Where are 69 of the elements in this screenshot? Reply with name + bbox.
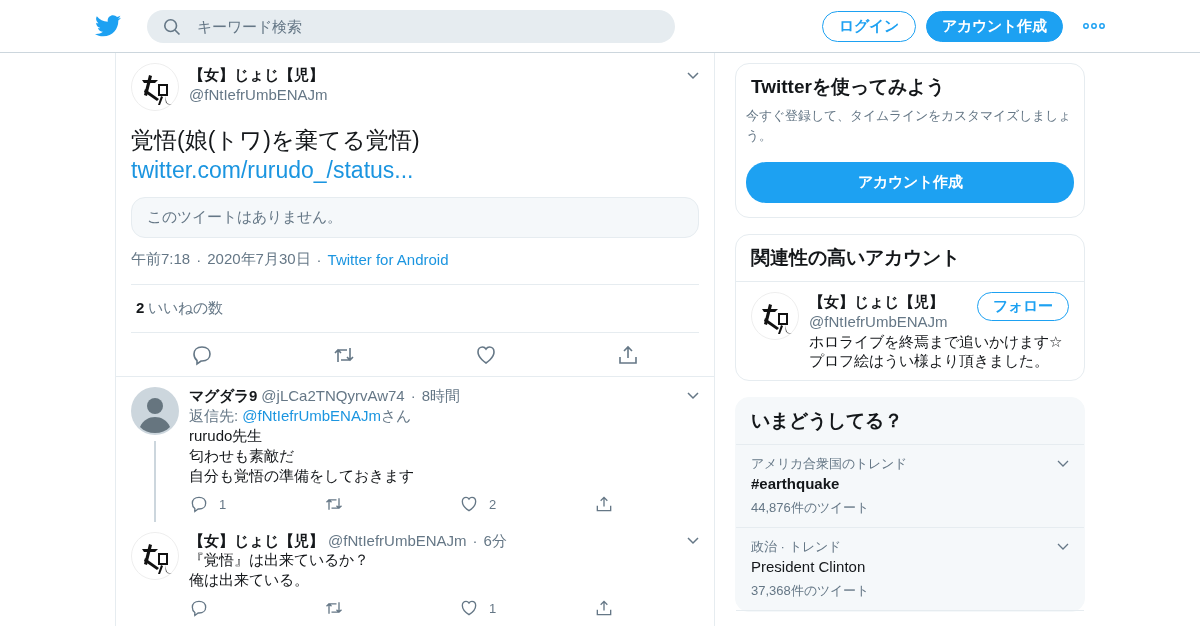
follow-button[interactable]: フォロー bbox=[977, 292, 1069, 321]
reply-to-text: 返信先: @fNtIefrUmbENAJmさん bbox=[189, 406, 412, 426]
search-icon bbox=[163, 17, 181, 36]
account-name[interactable]: 【女】じょじ【児】 bbox=[809, 292, 948, 312]
likes-label[interactable]: いいねの数 bbox=[148, 299, 224, 318]
like-count: 2 bbox=[489, 496, 497, 512]
mention-link[interactable]: @fNtIefrUmbENAJm bbox=[242, 407, 381, 424]
separator-dot: · bbox=[472, 532, 478, 550]
trend-item[interactable]: 政治 · トレンド President Clinton 37,368件のツイート bbox=[736, 528, 1084, 611]
tweet-text: 『覚悟』は出来ているか？ bbox=[189, 550, 370, 570]
share-icon[interactable] bbox=[616, 343, 640, 367]
like-count: 1 bbox=[489, 600, 497, 616]
tweet-time[interactable]: 午前7:18 bbox=[131, 250, 191, 269]
tweet-text: 覚悟(娘(トワ)を棄てる覚悟) bbox=[131, 126, 421, 155]
tweet-text: 匂わせも素敵だ bbox=[189, 446, 295, 466]
signup-button[interactable]: アカウント作成 bbox=[746, 162, 1074, 203]
account-bio: プロフ絵はうい様より頂きました。 bbox=[809, 351, 1050, 370]
card-title: 関連性の高いアカウント bbox=[736, 235, 1084, 282]
account-handle[interactable]: @fNtIefrUmbENAJm bbox=[809, 312, 948, 332]
chevron-icon[interactable] bbox=[1057, 460, 1069, 468]
share-icon[interactable] bbox=[594, 494, 614, 514]
more-icon[interactable] bbox=[1083, 23, 1105, 29]
chevron-icon[interactable] bbox=[687, 537, 699, 545]
trend-item[interactable]: アメリカ合衆国のトレンド #earthquake 44,876件のツイート bbox=[736, 445, 1084, 528]
chevron-icon[interactable] bbox=[687, 72, 699, 80]
author-name[interactable]: マグダラ9 bbox=[189, 387, 258, 405]
card-title: いまどうしてる？ bbox=[736, 398, 1084, 445]
unavailable-tweet-notice: このツイートはありません。 bbox=[131, 197, 699, 238]
author-handle[interactable]: @jLCa2TNQyrvAw74 bbox=[261, 387, 405, 405]
search-field[interactable]: キーワード検索 bbox=[147, 9, 675, 43]
tweet-count: 37,368件のツイート bbox=[751, 582, 870, 600]
chevron-icon[interactable] bbox=[687, 392, 699, 400]
tweet-count: 44,876件のツイート bbox=[751, 499, 870, 517]
tweet-date[interactable]: 2020年7月30日 bbox=[207, 250, 311, 269]
login-button[interactable]: ログイン bbox=[822, 10, 916, 42]
reply-count: 1 bbox=[219, 496, 227, 512]
tweet-time[interactable]: 6分 bbox=[483, 532, 507, 550]
share-icon[interactable] bbox=[594, 598, 614, 618]
tweet-text: 俺は出来ている。 bbox=[189, 570, 310, 590]
card-title: Twitterを使ってみよう bbox=[750, 75, 946, 99]
reply-icon[interactable] bbox=[190, 343, 214, 367]
tweet-link[interactable]: twitter.com/rurudo_/status... bbox=[131, 155, 699, 185]
separator-dot: · bbox=[196, 251, 202, 268]
card-description: 今すぐ登録して、タイムラインをカスタマイズしましょう。 bbox=[746, 107, 1072, 145]
author-name[interactable]: 【女】じょじ【児】 bbox=[189, 532, 324, 550]
author-handle[interactable]: @fNtIefrUmbENAJm bbox=[328, 532, 467, 550]
tweet-source[interactable]: Twitter for Android bbox=[327, 251, 449, 268]
trend-context: 政治 · トレンド bbox=[751, 538, 841, 556]
separator-dot: · bbox=[316, 251, 322, 268]
author-handle[interactable]: @fNtIefrUmbENAJm bbox=[189, 85, 328, 105]
reply-icon[interactable] bbox=[189, 598, 209, 618]
heart-icon[interactable] bbox=[459, 598, 479, 618]
trend-name: President Clinton bbox=[751, 557, 867, 577]
chevron-icon[interactable] bbox=[1057, 543, 1069, 551]
trend-context: アメリカ合衆国のトレンド bbox=[751, 455, 907, 473]
heart-icon[interactable] bbox=[459, 494, 479, 514]
heart-icon[interactable] bbox=[474, 343, 498, 367]
tweet-time[interactable]: 8時間 bbox=[421, 387, 460, 405]
default-avatar-icon[interactable] bbox=[131, 387, 179, 435]
separator-dot: · bbox=[410, 387, 416, 405]
signup-button[interactable]: アカウント作成 bbox=[926, 10, 1063, 42]
reply-icon[interactable] bbox=[189, 494, 209, 514]
trend-name: #earthquake bbox=[751, 474, 841, 494]
tweet-text: 自分も覚悟の準備をしておきます bbox=[189, 466, 415, 486]
tweet-text: rurudo先生 bbox=[189, 426, 264, 446]
author-name[interactable]: 【女】じょじ【児】 bbox=[189, 65, 328, 85]
likes-count[interactable]: 2 bbox=[136, 299, 145, 318]
bird-logo-icon[interactable] bbox=[95, 15, 121, 37]
account-bio: ホロライブを終焉まで追いかけます☆ bbox=[809, 332, 1064, 351]
